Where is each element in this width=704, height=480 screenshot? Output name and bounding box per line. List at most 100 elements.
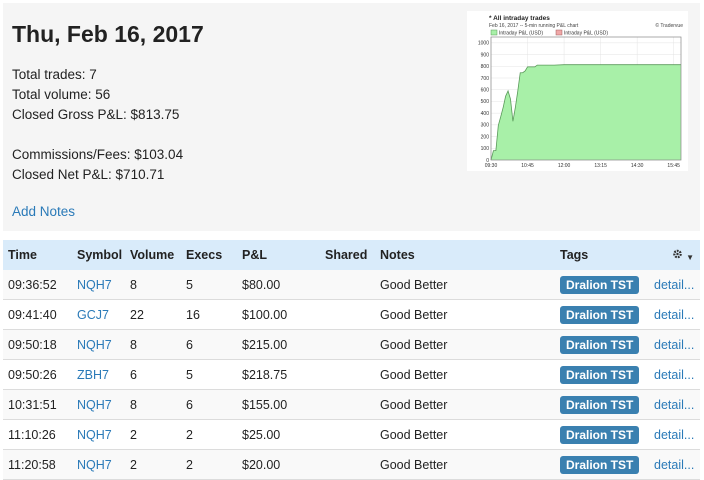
caret-down-icon: ▼ <box>686 252 694 262</box>
y-tick-label: 800 <box>481 64 490 70</box>
commissions-fees: Commissions/Fees: $103.04 <box>12 147 184 162</box>
trade-shared <box>320 449 375 480</box>
trade-pnl: $100.00 <box>237 299 320 330</box>
trade-details-link[interactable]: detail... <box>652 419 700 450</box>
trade-time: 09:36:52 <box>3 270 72 300</box>
trade-symbol-link[interactable]: GCJ7 <box>72 299 125 330</box>
tag-badge[interactable]: Dralion TST <box>560 395 640 414</box>
y-tick-label: 600 <box>481 88 490 94</box>
trade-details-link[interactable]: detail... <box>652 389 700 420</box>
x-tick-label: 14:30 <box>631 163 644 169</box>
trade-execs: 2 <box>181 449 237 480</box>
col-header-execs[interactable]: Execs <box>181 240 237 270</box>
add-notes-link[interactable]: Add Notes <box>12 204 75 219</box>
table-row[interactable]: 11:20:58 NQH7 2 2 $20.00 Good Better Dralion T… <box>3 449 700 480</box>
total-trades: Total trades: 7 <box>12 67 97 82</box>
table-row[interactable]: 11:10:26 NQH7 2 2 $25.00 Good Better Dralion T… <box>3 419 700 450</box>
trade-volume: 8 <box>125 270 181 300</box>
trade-pnl: $80.00 <box>237 270 320 300</box>
trade-symbol-link[interactable]: NQH7 <box>72 449 125 480</box>
x-tick-label: 13:15 <box>594 163 607 169</box>
tag-badge[interactable]: Dralion TST <box>560 365 640 384</box>
y-tick-label: 500 <box>481 99 490 105</box>
legend-label-profit: Intraday P&L (USD) <box>499 31 543 37</box>
gear-icon <box>672 248 686 263</box>
x-tick-label: 15:45 <box>667 163 680 169</box>
trade-tag-cell: Dralion TST <box>555 299 652 330</box>
trade-notes: Good Better <box>375 389 555 420</box>
chart-y-axis: 01002003004005006007008009001000 <box>478 41 489 164</box>
trade-execs: 5 <box>181 270 237 300</box>
trade-tag-cell: Dralion TST <box>555 449 652 480</box>
table-row[interactable]: 09:50:18 NQH7 8 6 $215.00 Good Better Dralion … <box>3 329 700 360</box>
trade-tag-cell: Dralion TST <box>555 329 652 360</box>
table-row[interactable]: 10:31:51 NQH7 8 6 $155.00 Good Better Dralion … <box>3 389 700 420</box>
trades-table-body: 09:36:52 NQH7 8 5 $80.00 Good Better Dralion T… <box>3 270 700 480</box>
legend-swatch-loss <box>555 29 563 36</box>
tag-badge[interactable]: Dralion TST <box>560 335 640 354</box>
trade-shared <box>320 389 375 420</box>
trades-table: Time Symbol Volume Execs P&L Shared Note… <box>3 240 700 480</box>
table-header-row: Time Symbol Volume Execs P&L Shared Note… <box>3 240 700 270</box>
trade-symbol-link[interactable]: NQH7 <box>72 329 125 360</box>
col-header-symbol[interactable]: Symbol <box>72 240 125 270</box>
legend-swatch-profit <box>490 29 498 36</box>
col-header-time[interactable]: Time <box>3 240 72 270</box>
trade-shared <box>320 299 375 330</box>
col-header-pnl[interactable]: P&L <box>237 240 320 270</box>
trades-table-container: Time Symbol Volume Execs P&L Shared Note… <box>3 240 700 480</box>
trade-symbol-link[interactable]: NQH7 <box>72 389 125 420</box>
trade-details-link[interactable]: detail... <box>652 299 700 330</box>
col-header-tags[interactable]: Tags <box>555 240 652 270</box>
trade-shared <box>320 419 375 450</box>
trade-notes: Good Better <box>375 449 555 480</box>
y-tick-label: 200 <box>481 134 490 140</box>
y-tick-label: 300 <box>481 123 490 129</box>
tag-badge[interactable]: Dralion TST <box>560 455 640 474</box>
tag-badge[interactable]: Dralion TST <box>560 305 640 324</box>
trade-time: 09:50:18 <box>3 329 72 360</box>
trade-pnl: $20.00 <box>237 449 320 480</box>
trade-pnl: $155.00 <box>237 389 320 420</box>
trade-symbol-link[interactable]: NQH7 <box>72 270 125 300</box>
trade-details-link[interactable]: detail... <box>652 449 700 480</box>
col-header-volume[interactable]: Volume <box>125 240 181 270</box>
chart-x-axis: 09:30 10:45 12:00 13:15 14:30 15:45 <box>485 163 680 169</box>
trade-time: 11:10:26 <box>3 419 72 450</box>
chart-legend: Intraday P&L (USD) Intraday P&L (USD) <box>490 29 608 37</box>
x-tick-label: 12:00 <box>558 163 571 169</box>
trade-notes: Good Better <box>375 329 555 360</box>
y-tick-label: 900 <box>481 52 490 58</box>
closed-gross-pnl: Closed Gross P&L: $813.75 <box>12 107 180 122</box>
x-tick-label: 10:45 <box>521 163 534 169</box>
chart-watermark: © Tradervue <box>655 22 683 29</box>
column-settings-button[interactable]: ▼ <box>652 240 700 270</box>
tag-badge[interactable]: Dralion TST <box>560 275 640 294</box>
trade-pnl: $218.75 <box>237 359 320 390</box>
trade-tag-cell: Dralion TST <box>555 359 652 390</box>
col-header-notes[interactable]: Notes <box>375 240 555 270</box>
day-summary-panel: Thu, Feb 16, 2017 Total trades: 7 Total … <box>3 3 700 231</box>
table-row[interactable]: 09:41:40 GCJ7 22 16 $100.00 Good Better Dralio… <box>3 299 700 330</box>
trade-time: 11:20:58 <box>3 449 72 480</box>
table-row[interactable]: 09:50:26 ZBH7 6 5 $218.75 Good Better Dralion … <box>3 359 700 390</box>
col-header-shared[interactable]: Shared <box>320 240 375 270</box>
tag-badge[interactable]: Dralion TST <box>560 425 640 444</box>
trade-volume: 22 <box>125 299 181 330</box>
y-tick-label: 1000 <box>478 41 489 47</box>
trade-symbol-link[interactable]: ZBH7 <box>72 359 125 390</box>
trade-execs: 5 <box>181 359 237 390</box>
legend-label-loss: Intraday P&L (USD) <box>564 31 608 37</box>
y-tick-label: 700 <box>481 76 490 82</box>
trade-notes: Good Better <box>375 359 555 390</box>
table-row[interactable]: 09:36:52 NQH7 8 5 $80.00 Good Better Dralion T… <box>3 270 700 300</box>
trade-details-link[interactable]: detail... <box>652 270 700 300</box>
trade-symbol-link[interactable]: NQH7 <box>72 419 125 450</box>
pnl-chart: * All intraday trades Feb 16, 2017 -- 5-… <box>467 11 688 171</box>
trade-tag-cell: Dralion TST <box>555 389 652 420</box>
trade-shared <box>320 329 375 360</box>
trade-tag-cell: Dralion TST <box>555 419 652 450</box>
trade-details-link[interactable]: detail... <box>652 329 700 360</box>
trade-volume: 2 <box>125 449 181 480</box>
trade-details-link[interactable]: detail... <box>652 359 700 390</box>
